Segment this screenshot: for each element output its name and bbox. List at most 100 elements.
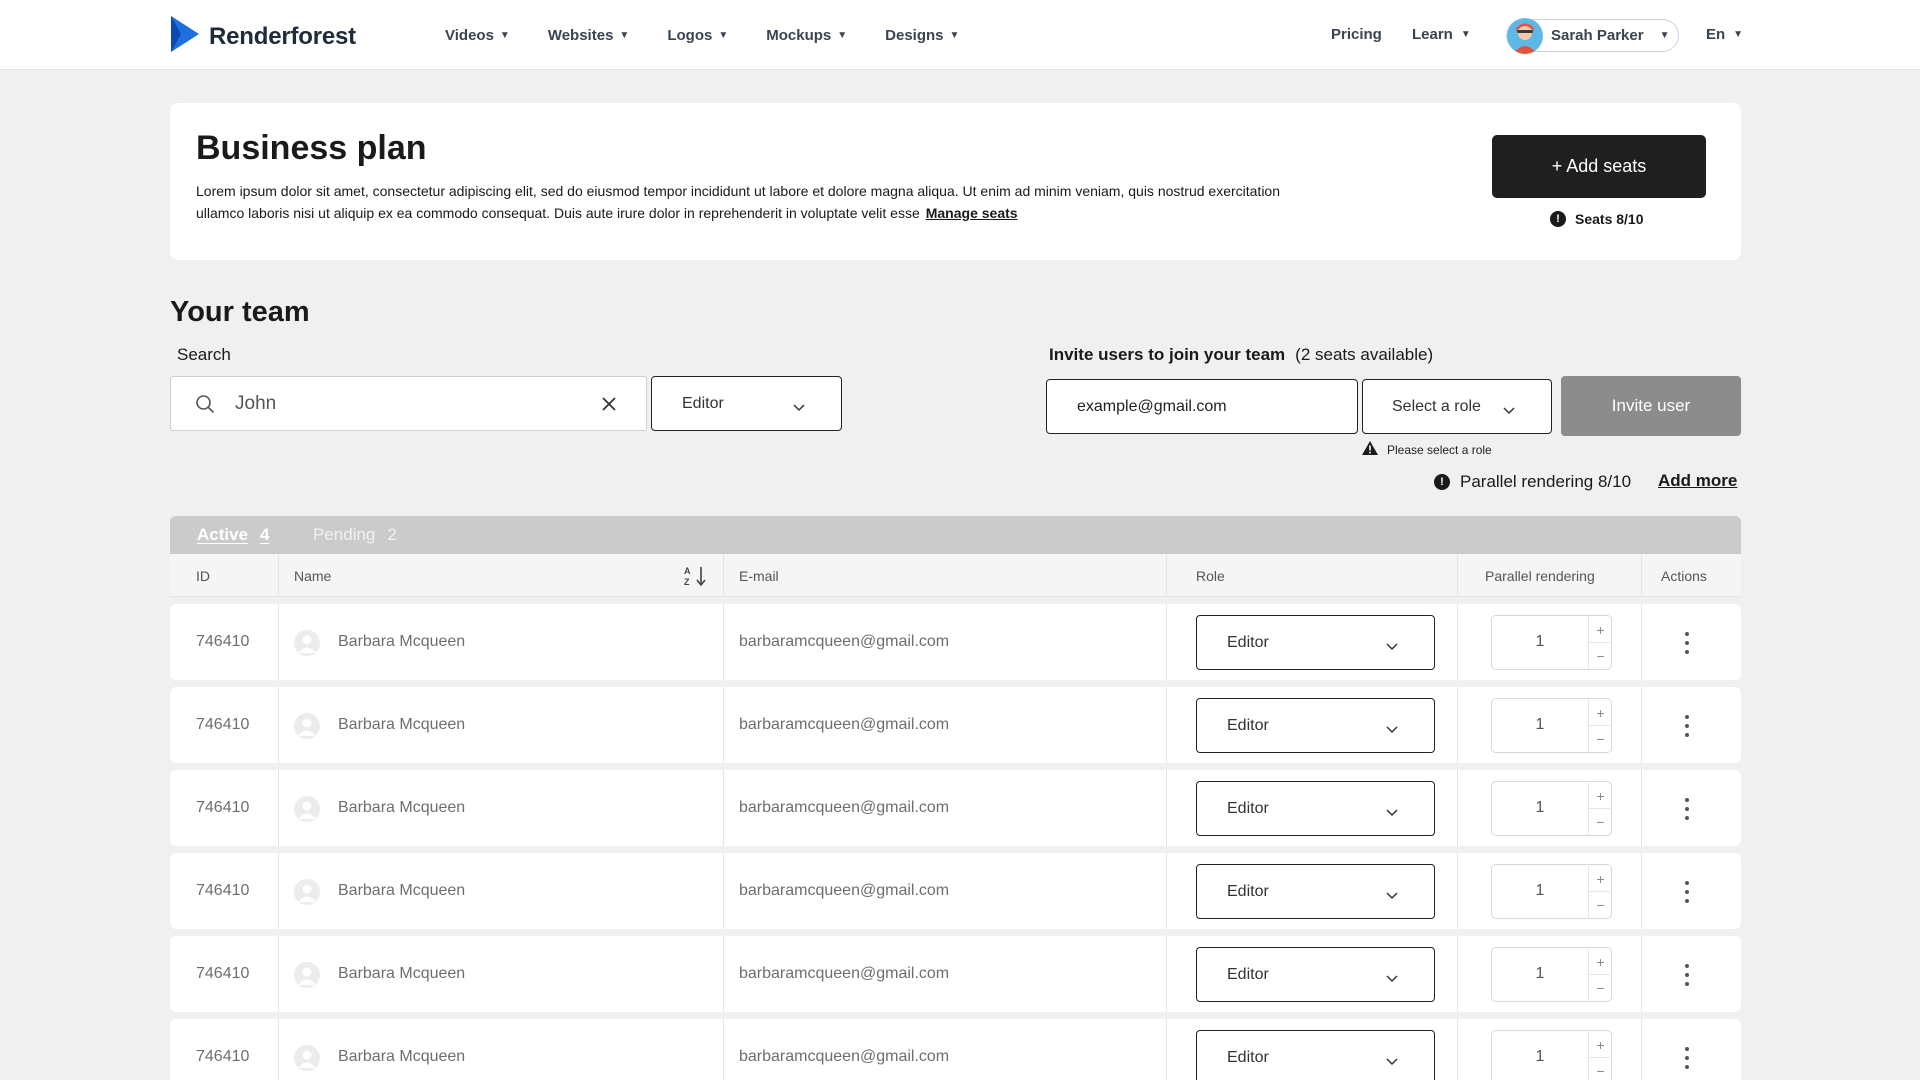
increment-button[interactable]: +	[1588, 700, 1612, 726]
user-avatar-icon	[294, 962, 320, 988]
caret-down-icon: ▼	[837, 29, 848, 41]
user-avatar-icon	[294, 796, 320, 822]
table-row: 746410 Barbara Mcqueen barbaramcqueen@gm…	[170, 1019, 1741, 1080]
search-input[interactable]	[235, 389, 575, 419]
parallel-rendering-stepper[interactable]: 1 + −	[1491, 1030, 1612, 1080]
kebab-menu-icon[interactable]	[1684, 715, 1690, 737]
chevron-down-icon	[793, 399, 805, 417]
nav-item-logos[interactable]: Logos ▼	[667, 27, 728, 44]
manage-seats-link[interactable]: Manage seats	[926, 205, 1018, 221]
avatar	[1507, 17, 1543, 54]
parallel-rendering-stepper[interactable]: 1 + −	[1491, 864, 1612, 919]
decrement-button[interactable]: −	[1588, 809, 1612, 835]
invite-user-button[interactable]: Invite user	[1561, 376, 1741, 436]
invite-email-input[interactable]	[1046, 379, 1358, 434]
increment-button[interactable]: +	[1588, 617, 1612, 643]
member-role-dropdown[interactable]: Editor	[1196, 615, 1435, 670]
close-icon[interactable]	[600, 395, 618, 418]
nav-item-videos[interactable]: Videos ▼	[445, 27, 510, 44]
increment-button[interactable]: +	[1588, 949, 1612, 975]
member-id: 746410	[196, 882, 250, 899]
invite-role-dropdown[interactable]: Select a role	[1362, 379, 1552, 434]
parallel-rendering-value: 1	[1535, 716, 1545, 733]
tab-active[interactable]: Active 4	[197, 525, 270, 545]
column-header-role: Role	[1196, 568, 1225, 584]
parallel-rendering-count: Parallel rendering 8/10	[1460, 472, 1632, 491]
nav-item-designs[interactable]: Designs ▼	[885, 27, 959, 44]
parallel-rendering-stepper[interactable]: 1 + −	[1491, 781, 1612, 836]
user-avatar-icon	[294, 630, 320, 656]
member-tabs: Active 4 Pending 2	[170, 516, 1741, 554]
brand-name: Renderforest	[209, 22, 356, 50]
decrement-button[interactable]: −	[1588, 726, 1612, 752]
increment-button[interactable]: +	[1588, 783, 1612, 809]
member-email: barbaramcqueen@gmail.com	[739, 965, 950, 982]
parallel-rendering-value: 1	[1535, 1048, 1545, 1065]
role-filter-dropdown[interactable]: Editor	[651, 376, 842, 431]
kebab-menu-icon[interactable]	[1684, 881, 1690, 903]
nav-pricing-link[interactable]: Pricing	[1331, 26, 1382, 43]
member-role-dropdown[interactable]: Editor	[1196, 864, 1435, 919]
column-header-id: ID	[196, 568, 210, 584]
seats-count: Seats 8/10	[1575, 211, 1644, 227]
member-name: Barbara Mcqueen	[338, 799, 466, 816]
chevron-down-icon	[1386, 970, 1398, 988]
kebab-menu-icon[interactable]	[1684, 964, 1690, 986]
member-name: Barbara Mcqueen	[338, 965, 466, 982]
table-row: 746410 Barbara Mcqueen barbaramcqueen@gm…	[170, 604, 1741, 680]
kebab-menu-icon[interactable]	[1684, 798, 1690, 820]
plan-description-text: Lorem ipsum dolor sit amet, consectetur …	[196, 183, 1280, 221]
decrement-button[interactable]: −	[1588, 1058, 1612, 1080]
sort-icon[interactable]: A Z	[684, 565, 708, 592]
tab-count: 2	[387, 525, 397, 544]
decrement-button[interactable]: −	[1588, 643, 1612, 669]
plan-card: Business plan Lorem ipsum dolor sit amet…	[170, 103, 1741, 260]
warning-icon	[1362, 441, 1378, 458]
member-id: 746410	[196, 965, 250, 982]
table-row: 746410 Barbara Mcqueen barbaramcqueen@gm…	[170, 936, 1741, 1012]
parallel-rendering-stepper[interactable]: 1 + −	[1491, 947, 1612, 1002]
member-role-dropdown[interactable]: Editor	[1196, 698, 1435, 753]
nav-label: Designs	[885, 26, 944, 44]
add-seats-button[interactable]: + Add seats	[1492, 135, 1706, 198]
parallel-rendering-value: 1	[1535, 799, 1545, 816]
caret-down-icon: ▼	[1659, 30, 1670, 41]
nav-item-websites[interactable]: Websites ▼	[548, 27, 630, 44]
member-role-dropdown[interactable]: Editor	[1196, 947, 1435, 1002]
member-email: barbaramcqueen@gmail.com	[739, 882, 950, 899]
column-header-actions: Actions	[1661, 568, 1707, 584]
table-header: ID Name A Z E-mail Role Parallel renderi…	[170, 554, 1741, 597]
parallel-rendering-value: 1	[1535, 965, 1545, 982]
member-role-dropdown[interactable]: Editor	[1196, 781, 1435, 836]
add-more-link[interactable]: Add more	[1658, 471, 1737, 491]
invite-heading: Invite users to join your team	[1049, 345, 1286, 364]
language-selector[interactable]: En ▼	[1706, 26, 1743, 43]
parallel-rendering-stepper[interactable]: 1 + −	[1491, 615, 1612, 670]
member-role-dropdown[interactable]: Editor	[1196, 1030, 1435, 1080]
user-name: Sarah Parker	[1551, 27, 1644, 44]
column-header-email: E-mail	[739, 568, 779, 584]
table-row: 746410 Barbara Mcqueen barbaramcqueen@gm…	[170, 853, 1741, 929]
member-id: 746410	[196, 716, 250, 733]
decrement-button[interactable]: −	[1588, 892, 1612, 918]
increment-button[interactable]: +	[1588, 1032, 1612, 1058]
caret-down-icon: ▼	[1733, 29, 1744, 40]
increment-button[interactable]: +	[1588, 866, 1612, 892]
plan-description: Lorem ipsum dolor sit amet, consectetur …	[196, 180, 1296, 224]
nav-label: Learn	[1412, 26, 1453, 43]
decrement-button[interactable]: −	[1588, 975, 1612, 1001]
invite-role-placeholder: Select a role	[1392, 397, 1481, 415]
tab-pending[interactable]: Pending 2	[313, 525, 397, 545]
kebab-menu-icon[interactable]	[1684, 632, 1690, 654]
parallel-rendering-stepper[interactable]: 1 + −	[1491, 698, 1612, 753]
member-email: barbaramcqueen@gmail.com	[739, 716, 950, 733]
member-id: 746410	[196, 1048, 250, 1065]
kebab-menu-icon[interactable]	[1684, 1047, 1690, 1069]
column-header-parallel-rendering: Parallel rendering	[1485, 568, 1595, 584]
nav-learn-menu[interactable]: Learn ▼	[1412, 26, 1471, 43]
invite-seats-available: (2 seats available)	[1295, 345, 1434, 364]
main-nav: Videos ▼ Websites ▼ Logos ▼ Mockups ▼ Design…	[445, 0, 997, 70]
brand-logo[interactable]: Renderforest	[169, 14, 356, 59]
nav-item-mockups[interactable]: Mockups ▼	[766, 27, 847, 44]
user-menu[interactable]: Sarah Parker ▼	[1506, 17, 1679, 54]
